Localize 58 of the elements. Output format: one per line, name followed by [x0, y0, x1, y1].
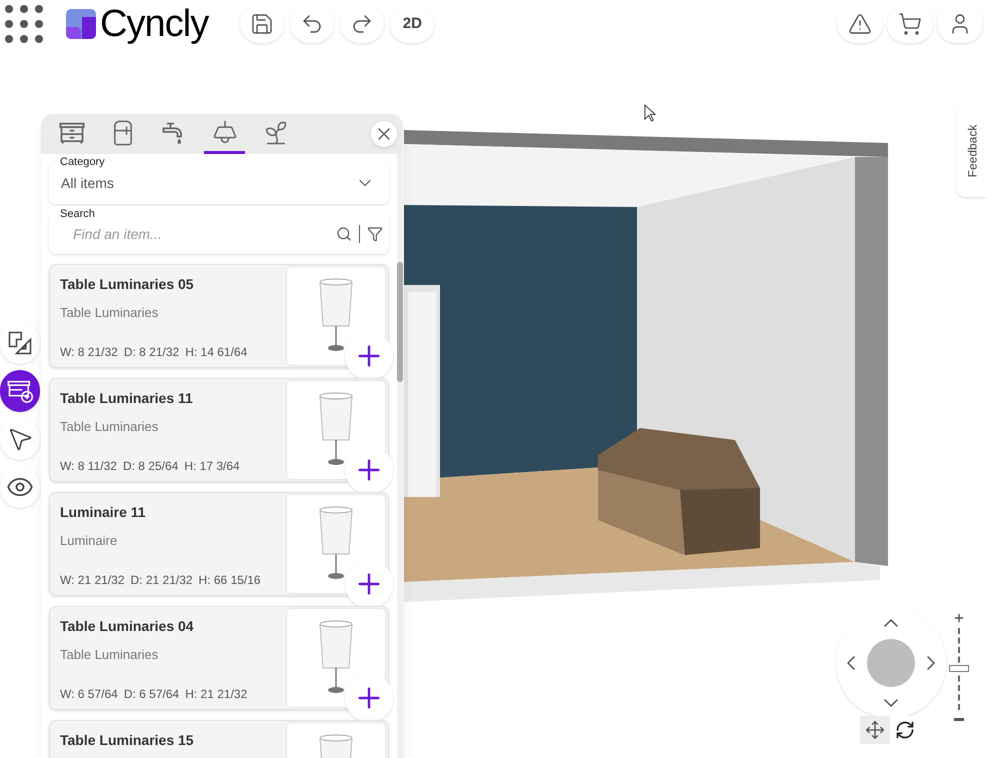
item-name: Table Luminaries 11 — [60, 389, 194, 408]
undo-button[interactable] — [290, 5, 334, 43]
warning-button[interactable] — [837, 5, 883, 43]
height-dimension: H: 14 61/64 — [185, 344, 248, 361]
width-dimension: W: 21 21/32 — [60, 572, 124, 589]
item-category: Table Luminaries — [60, 304, 160, 322]
item-name: Luminaire 11 — [60, 503, 147, 522]
view-mode-button[interactable]: 2D — [390, 5, 434, 43]
search-icon[interactable] — [336, 226, 352, 242]
width-dimension: W: 8 11/32 — [60, 458, 117, 475]
tool-button[interactable] — [0, 370, 40, 412]
zoom-slider-thumb[interactable] — [949, 665, 969, 672]
rotate-icon — [895, 720, 915, 740]
cursor-icon — [644, 104, 657, 123]
scrollbar-thumb[interactable] — [397, 262, 403, 382]
warning-icon — [848, 12, 872, 36]
item-card[interactable]: Table Luminaries 04 Table Luminaries W: 6 57/64 D: 6 57/64 H: 21 21/32 — [49, 606, 389, 710]
filter-icon[interactable] — [367, 226, 383, 242]
depth-dimension: D: 8 21/32 — [124, 344, 180, 361]
depth-dimension: D: 6 57/64 — [124, 686, 180, 703]
user-button[interactable] — [937, 5, 983, 43]
search-field[interactable]: Find an item... — [73, 224, 336, 244]
cart-icon — [898, 12, 922, 36]
move-icon — [865, 720, 885, 740]
floor-plan-icon — [6, 329, 34, 357]
item-category: Table Luminaries — [60, 646, 160, 664]
category-label: Category — [57, 157, 108, 168]
item-card[interactable]: Table Luminaries 11 Table Luminaries W: 8 11/32 D: 8 25/64 H: 17 3/64 — [49, 378, 389, 482]
item-category: Table Luminaries — [60, 418, 160, 436]
height-dimension: H: 17 3/64 — [184, 458, 240, 475]
cart-button[interactable] — [887, 5, 933, 43]
zoom-in-icon[interactable] — [953, 612, 965, 624]
tool-button[interactable] — [0, 418, 40, 460]
height-dimension: H: 66 15/16 — [198, 572, 261, 589]
depth-dimension: D: 21 21/32 — [130, 572, 193, 589]
save-button[interactable] — [240, 5, 284, 43]
item-card[interactable]: Luminaire 11 Luminaire W: 21 21/32 D: 21 21/32 H: 66 15/16 — [49, 492, 389, 596]
item-card[interactable]: Table Luminaries 15 — [49, 720, 389, 758]
item-name: Table Luminaries 15 — [60, 731, 195, 750]
item-card[interactable]: Table Luminaries 05 Table Luminaries W: 8 21/32 D: 8 21/32 H: 14 61/64 — [49, 264, 389, 368]
depth-dimension: D: 8 25/64 — [122, 458, 178, 475]
mode-button[interactable] — [860, 716, 890, 744]
logo-icon — [66, 9, 96, 39]
height-dimension: H: 21 21/32 — [185, 686, 248, 703]
redo-button[interactable] — [340, 5, 384, 43]
feedback-tab[interactable]: Feedback — [957, 105, 987, 197]
close-button[interactable] — [371, 121, 397, 147]
app-grid-icon[interactable] — [4, 4, 44, 44]
logo-text: Cyncly — [100, 5, 208, 43]
item-category: Luminaire — [60, 532, 118, 550]
search-label: Search — [57, 209, 98, 220]
tool-button[interactable] — [0, 466, 40, 508]
width-dimension: W: 6 57/64 — [60, 686, 118, 703]
item-name: Table Luminaries 05 — [60, 275, 195, 294]
item-name: Table Luminaries 04 — [60, 617, 195, 636]
save-icon — [250, 12, 274, 36]
tool-button[interactable] — [0, 322, 40, 364]
width-dimension: W: 8 21/32 — [60, 344, 118, 361]
